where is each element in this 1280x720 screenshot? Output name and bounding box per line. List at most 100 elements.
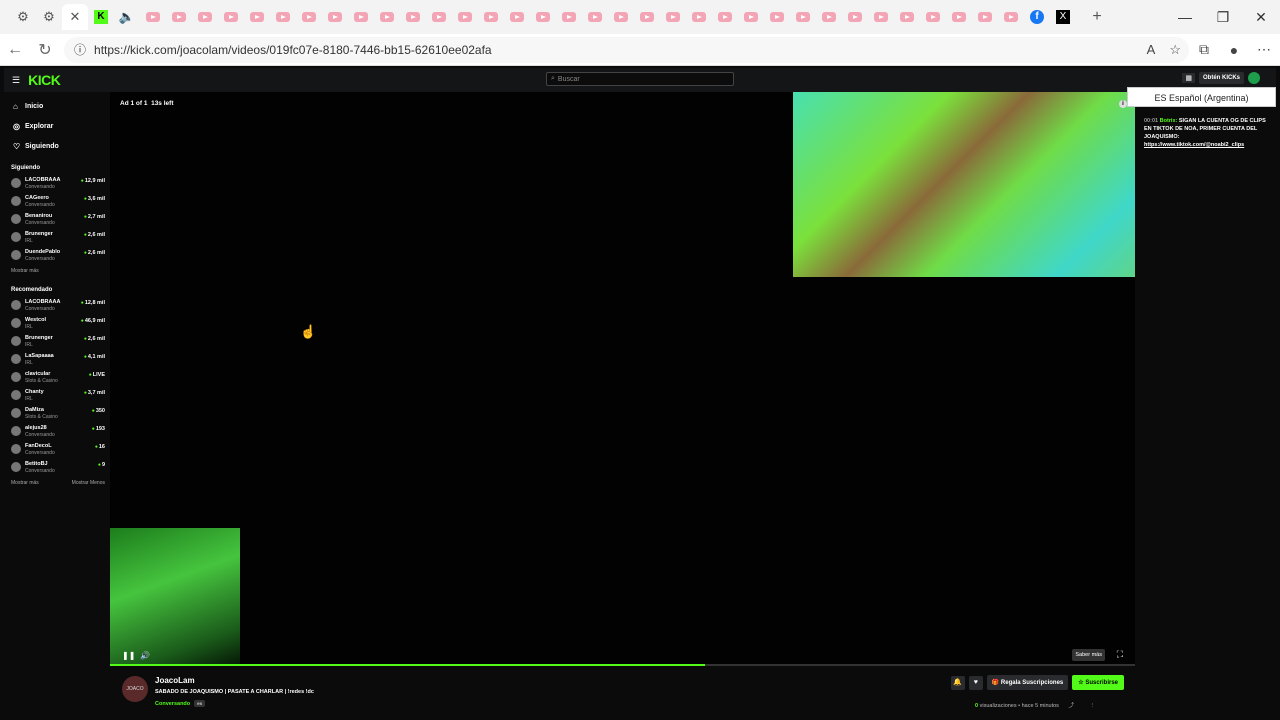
category-link[interactable]: Conversando [155,701,190,707]
extensions-icon[interactable]: ⧉ [1189,41,1219,58]
youtube-tab[interactable] [166,4,192,30]
sidebar-channel[interactable]: DaMizaSlots & Casino 350 [4,404,110,422]
youtube-tab[interactable] [920,4,946,30]
youtube-tab[interactable] [556,4,582,30]
more-options-icon[interactable]: ⋮ [1090,703,1096,709]
sidebar-channel[interactable]: CAGeeroConversando 3,6 mil [4,192,110,210]
fullscreen-icon[interactable]: ⛶ [1117,649,1123,660]
more-icon[interactable]: ⋯ [1249,41,1279,58]
youtube-tab[interactable] [296,4,322,30]
youtube-tab[interactable] [322,4,348,30]
menu-icon[interactable]: ☰ [12,75,20,86]
audio-icon[interactable]: 🔈 [114,4,140,30]
youtube-tab[interactable] [972,4,998,30]
channel-avatar[interactable]: JOACO [122,676,148,702]
youtube-tab[interactable] [868,4,894,30]
volume-icon[interactable]: 🔊 [140,651,150,660]
subscribe-button[interactable]: ☆ Suscribirse [1072,675,1124,690]
read-aloud-icon[interactable]: A [1147,42,1156,58]
youtube-tab[interactable] [790,4,816,30]
youtube-tab[interactable] [504,4,530,30]
language-popup[interactable]: ES Español (Argentina) [1127,87,1276,107]
maximize-icon[interactable]: ❐ [1204,0,1242,34]
info-icon[interactable]: i [1119,100,1127,108]
show-more-label[interactable]: Mostrar más [11,476,39,490]
youtube-tab[interactable] [608,4,634,30]
facebook-tab[interactable]: f [1024,4,1050,30]
url-field[interactable]: ⓘ https://kick.com/joacolam/videos/019fc… [64,36,1189,63]
sidebar-channel[interactable]: clavicularSlots & Casino LIVE [4,368,110,386]
minimize-icon[interactable]: — [1166,0,1204,34]
sidebar-channel[interactable]: BenanirouConversando 2,7 mil [4,210,110,228]
sidebar-channel[interactable]: LaSapaaaaIRL 4,1 mil [4,350,110,368]
youtube-tab[interactable] [400,4,426,30]
youtube-tab[interactable] [582,4,608,30]
sidebar-channel[interactable]: BrunengerIRL 2,6 mil [4,332,110,350]
youtube-tab[interactable] [894,4,920,30]
video-player[interactable]: Ad 1 of 1 13s left i ❚❚ 🔊 Saber más ⛶ [110,92,1135,666]
search-input[interactable]: ⌕ Buscar [546,72,734,86]
youtube-tab[interactable] [348,4,374,30]
youtube-tab[interactable] [660,4,686,30]
youtube-tab[interactable] [426,4,452,30]
youtube-tab[interactable] [478,4,504,30]
share-icon[interactable]: ⤴ [1068,703,1074,709]
youtube-tab[interactable] [452,4,478,30]
bell-icon[interactable]: 🔔 [950,675,965,690]
youtube-tab[interactable] [270,4,296,30]
youtube-tab[interactable] [764,4,790,30]
sidebar-nav-item[interactable]: ♡ Siguiendo [4,136,110,156]
heart-icon[interactable]: ♥ [968,675,983,690]
youtube-tab[interactable] [816,4,842,30]
youtube-tab[interactable] [998,4,1024,30]
show-more-following[interactable]: Mostrar más [4,264,110,278]
youtube-tab[interactable] [192,4,218,30]
youtube-tab[interactable] [686,4,712,30]
youtube-tab[interactable] [634,4,660,30]
youtube-tab[interactable] [738,4,764,30]
sidebar-channel[interactable]: LACOBRAAAConversando 12,9 mil [4,174,110,192]
close-window-icon[interactable]: ✕ [1242,0,1280,34]
profile-icon[interactable]: ● [1219,42,1249,58]
site-info-icon[interactable]: ⓘ [74,41,86,58]
channel-name[interactable]: JoacoLam [155,676,195,685]
sidebar-nav-item[interactable]: ◎ Explorar [4,116,110,136]
youtube-tab[interactable] [218,4,244,30]
saber-mas-button[interactable]: Saber más [1072,649,1105,661]
get-kicks-button[interactable]: Obtén KICKs [1198,72,1244,84]
reload-icon[interactable]: ↻ [30,40,60,60]
language-tag[interactable]: es [194,700,206,707]
settings-tab[interactable]: ⚙ [10,4,36,30]
youtube-tab[interactable] [842,4,868,30]
youtube-tab[interactable] [530,4,556,30]
favorite-icon[interactable]: ☆ [1169,42,1181,58]
kick-logo[interactable]: KICK [28,72,61,88]
sidebar-channel[interactable]: BrunengerIRL 2,6 mil [4,228,110,246]
sidebar-channel[interactable]: BetitoBJConversando 9 [4,458,110,476]
back-icon[interactable]: ← [0,41,30,59]
sidebar-nav-item[interactable]: ⌂ Inicio [4,96,110,116]
youtube-tab[interactable] [712,4,738,30]
show-more-label[interactable]: Mostrar más [11,264,39,278]
youtube-tab[interactable] [374,4,400,30]
new-tab-button[interactable]: + [1084,4,1110,30]
youtube-tab[interactable] [140,4,166,30]
sidebar-channel[interactable]: alejus28Conversando 193 [4,422,110,440]
close-icon[interactable]: ✕ [62,4,88,30]
youtube-tab[interactable] [244,4,270,30]
gift-subs-button[interactable]: 🎁 Regala Suscripciones [986,675,1069,690]
pause-icon[interactable]: ❚❚ [122,651,135,660]
extensions-tab[interactable]: ⚙ [36,4,62,30]
sidebar-channel[interactable]: ChantyIRL 3,7 mil [4,386,110,404]
message-link[interactable]: https://www.tiktok.com/@noabi2_clips [1144,142,1244,148]
grid-icon[interactable]: ▦ [1182,73,1195,83]
show-less-label[interactable]: Mostrar Menos [72,476,105,490]
sidebar-channel[interactable]: FanDecoLConversando 16 [4,440,110,458]
user-avatar[interactable] [1248,72,1260,84]
kick-tab[interactable]: K [88,4,114,30]
message-user[interactable]: Botrix: [1160,118,1178,124]
sidebar-channel[interactable]: DuendePabloConversando 2,6 mil [4,246,110,264]
sidebar-channel[interactable]: WestcolIRL 46,9 mil [4,314,110,332]
sidebar-channel[interactable]: LACOBRAAAConversando 12,8 mil [4,296,110,314]
x-tab[interactable]: X [1050,4,1076,30]
